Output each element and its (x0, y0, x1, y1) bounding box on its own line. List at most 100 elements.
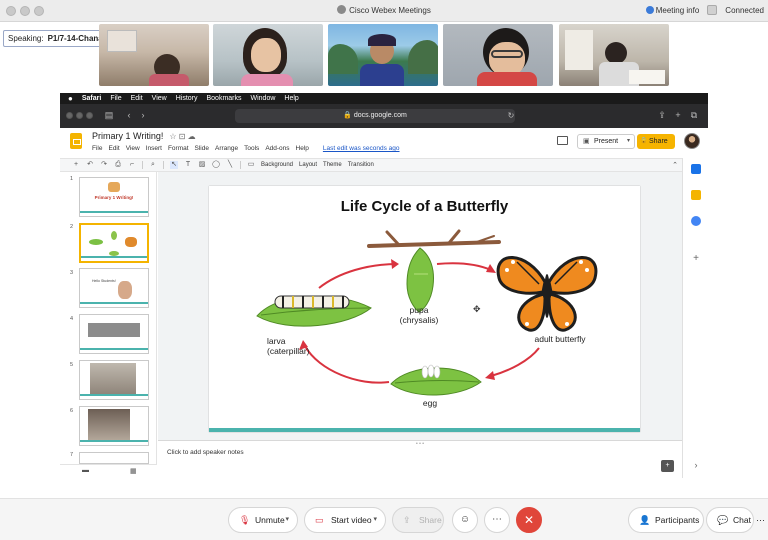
chat-button[interactable]: 💬 Chat (706, 507, 754, 533)
tab-overview-icon[interactable]: ⧉ (689, 110, 699, 120)
label-adult-butterfly[interactable]: adult butterfly (515, 334, 605, 344)
chevron-down-icon[interactable]: ▾ (373, 508, 377, 532)
new-slide-icon[interactable]: + (72, 161, 80, 169)
slide-thumbnail-7[interactable] (79, 452, 149, 464)
mac-menu-view[interactable]: View (152, 95, 167, 102)
share-button[interactable]: Share (637, 134, 675, 149)
calendar-icon[interactable] (691, 164, 701, 174)
mac-menu-safari[interactable]: Safari (82, 95, 101, 102)
leave-meeting-button[interactable]: ✕ (516, 507, 542, 533)
slide-thumbnail-1[interactable]: Primary 1 Writing! (79, 177, 149, 217)
list-view-icon[interactable]: ▬ (82, 467, 89, 474)
menu-add-ons[interactable]: Add-ons (265, 145, 289, 152)
more-options-button[interactable]: ⋯ (484, 507, 510, 533)
background-button[interactable]: Background (261, 162, 293, 168)
slide-thumbnail-3[interactable]: Hello Students! (79, 268, 149, 308)
zoom-icon[interactable]: ⌕ (149, 161, 157, 169)
menu-slide[interactable]: Slide (195, 145, 209, 152)
undo-icon[interactable]: ↶ (86, 161, 94, 169)
mac-menu-file[interactable]: File (110, 95, 121, 102)
select-tool-icon[interactable]: ↖ (170, 161, 178, 169)
explore-icon[interactable]: + (661, 460, 674, 472)
speaker-notes-placeholder[interactable]: Click to add speaker notes (167, 449, 244, 456)
tasks-icon[interactable] (691, 216, 701, 226)
share-content-button[interactable]: ⇪ Share (392, 507, 444, 533)
collapse-toolbar-icon[interactable]: ⌃ (672, 161, 678, 169)
shape-icon[interactable]: ◯ (212, 161, 220, 169)
slide-thumbnail-5[interactable] (79, 360, 149, 400)
notes-resize-handle[interactable]: • • • (416, 441, 424, 447)
safari-minimize-button[interactable] (76, 112, 83, 119)
mac-menu-history[interactable]: History (176, 95, 198, 102)
participant-video-3[interactable] (328, 24, 438, 86)
reload-icon[interactable]: ↻ (506, 111, 516, 121)
menu-help[interactable]: Help (296, 145, 309, 152)
mac-menu-window[interactable]: Window (251, 95, 276, 102)
sidebar-icon[interactable]: ▤ (104, 110, 114, 120)
menu-format[interactable]: Format (168, 145, 189, 152)
mac-menu-help[interactable]: Help (284, 95, 298, 102)
chevron-down-icon[interactable]: ▾ (627, 135, 630, 148)
speaker-notes[interactable]: • • • Click to add speaker notes + (158, 440, 682, 478)
participant-video-2[interactable] (213, 24, 323, 86)
present-button[interactable]: Present▾ (577, 134, 635, 149)
layout-button[interactable]: Layout (299, 162, 317, 168)
menu-view[interactable]: View (126, 145, 140, 152)
label-egg[interactable]: egg (415, 398, 445, 408)
slide-thumbnail-6[interactable] (79, 406, 149, 446)
unmute-button[interactable]: 🎙 Unmute ▾ (228, 507, 298, 533)
expand-panel-icon[interactable]: › (691, 460, 701, 470)
address-bar[interactable]: 🔒 docs.google.com (235, 109, 515, 123)
menu-tools[interactable]: Tools (244, 145, 259, 152)
menu-file[interactable]: File (92, 145, 102, 152)
add-on-plus-icon[interactable]: + (691, 254, 701, 264)
participant-video-5[interactable] (559, 24, 669, 86)
menu-arrange[interactable]: Arrange (215, 145, 238, 152)
add-comment-icon[interactable]: ▭ (247, 161, 255, 169)
image-icon[interactable]: ▨ (198, 161, 206, 169)
safari-zoom-button[interactable] (86, 112, 93, 119)
mac-menu-edit[interactable]: Edit (131, 95, 143, 102)
theme-button[interactable]: Theme (323, 162, 342, 168)
slide-thumbnail-4[interactable] (79, 314, 149, 354)
back-icon[interactable]: ‹ (124, 110, 134, 120)
new-tab-icon[interactable]: + (673, 110, 683, 120)
label-larva[interactable]: larva (caterpillar) (267, 336, 310, 356)
layout-icon[interactable] (707, 5, 718, 15)
redo-icon[interactable]: ↷ (100, 161, 108, 169)
transition-button[interactable]: Transition (348, 162, 374, 168)
current-slide[interactable]: Life Cycle of a Butterfly pupa (chrysali… (209, 186, 640, 432)
share-icon[interactable]: ⇪ (657, 110, 667, 120)
safari-close-button[interactable] (66, 112, 73, 119)
participant-video-1[interactable] (99, 24, 209, 86)
star-icon[interactable]: ☆ ⊡ ☁ (169, 132, 195, 141)
participant-video-4[interactable] (443, 24, 553, 86)
grid-view-icon[interactable]: ▦ (130, 467, 137, 475)
slide-thumbnail-2[interactable] (79, 223, 149, 263)
reactions-button[interactable]: ☺ (452, 507, 478, 533)
print-icon[interactable]: ⎙ (114, 161, 122, 169)
forward-icon[interactable]: › (138, 110, 148, 120)
last-edit-link[interactable]: Last edit was seconds ago (323, 145, 400, 152)
meeting-info-button[interactable]: Meeting info (645, 5, 699, 15)
keep-icon[interactable] (691, 190, 701, 200)
meeting-controls: 🎙 Unmute ▾ ▭ Start video ▾ ⇪ Share ☺ ⋯ ✕… (0, 498, 768, 540)
overflow-more-icon[interactable]: ⋯ (756, 515, 765, 526)
slide-number: 5 (70, 362, 74, 368)
slides-logo-icon[interactable] (70, 133, 82, 149)
thumb-accent-bar (80, 394, 148, 396)
chevron-down-icon[interactable]: ▾ (285, 508, 289, 532)
line-icon[interactable]: ╲ (226, 161, 234, 169)
doc-title[interactable]: Primary 1 Writing! ☆ ⊡ ☁ (92, 131, 196, 141)
label-pupa[interactable]: pupa (chrysalis) (395, 305, 443, 325)
text-box-icon[interactable]: T (184, 161, 192, 169)
comments-icon[interactable] (557, 136, 568, 145)
participants-button[interactable]: 👤 Participants (628, 507, 704, 533)
menu-edit[interactable]: Edit (108, 145, 119, 152)
start-video-button[interactable]: ▭ Start video ▾ (304, 507, 386, 533)
apple-icon[interactable]: ● (68, 94, 73, 103)
mac-menu-bookmarks[interactable]: Bookmarks (206, 95, 241, 102)
avatar[interactable] (684, 133, 700, 149)
menu-insert[interactable]: Insert (146, 145, 162, 152)
paint-format-icon[interactable]: ⌐ (128, 161, 136, 169)
